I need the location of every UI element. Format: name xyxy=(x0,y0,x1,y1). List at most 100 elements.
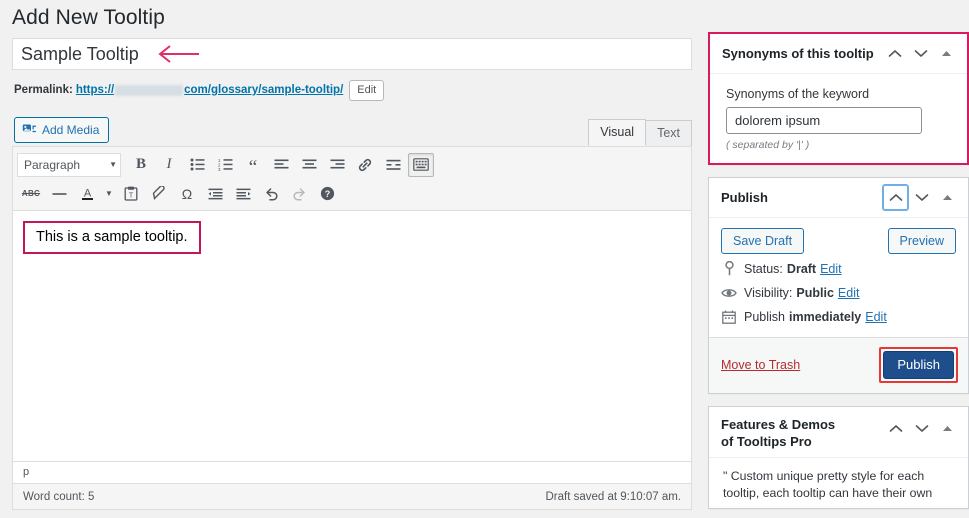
align-left-icon[interactable] xyxy=(268,153,294,177)
content-editor: Paragraph ▼ B I 123 “ ABC A ▼ T Ω ? This… xyxy=(12,146,692,510)
status-row: Status: Draft Edit xyxy=(709,256,968,281)
post-editor-column: Add New Tooltip Permalink: https:// com/… xyxy=(0,0,700,518)
status-value: Draft xyxy=(786,261,817,276)
align-center-icon[interactable] xyxy=(296,153,322,177)
sidebar-column: Synonyms of this tooltip Synonyms of the… xyxy=(708,0,969,518)
publish-panel: Publish Save Draft Preview Status: Draft… xyxy=(708,177,969,394)
permalink-label: Permalink: xyxy=(14,84,73,96)
synonyms-input[interactable] xyxy=(726,107,922,134)
add-media-label: Add Media xyxy=(42,123,100,137)
paste-as-text-icon[interactable]: T xyxy=(118,182,144,206)
pin-icon xyxy=(721,261,737,276)
publish-panel-title: Publish xyxy=(721,190,768,205)
chevron-down-icon: ▼ xyxy=(109,160,117,169)
tab-visual[interactable]: Visual xyxy=(588,119,647,146)
toolbar-row-2: ABC A ▼ T Ω ? xyxy=(15,179,689,208)
schedule-value: immediately xyxy=(789,310,862,324)
add-media-button[interactable]: Add Media xyxy=(14,117,110,143)
bulleted-list-icon[interactable] xyxy=(184,153,210,177)
schedule-label: Publish xyxy=(744,310,785,324)
redo-icon[interactable] xyxy=(286,182,312,206)
edit-status-link[interactable]: Edit xyxy=(820,262,842,276)
svg-text:A: A xyxy=(83,188,91,200)
text-color-icon[interactable]: A xyxy=(74,182,100,206)
permalink-suffix-link[interactable]: com/glossary/sample-tooltip/ xyxy=(184,84,343,96)
edit-permalink-button[interactable]: Edit xyxy=(349,79,385,101)
post-title-input[interactable] xyxy=(12,38,692,70)
preview-button[interactable]: Preview xyxy=(887,228,956,254)
text-color-caret-icon[interactable]: ▼ xyxy=(102,182,116,206)
move-down-icon[interactable] xyxy=(909,185,934,210)
permalink-prefix-link[interactable]: https:// xyxy=(76,84,114,96)
publish-actions-row: Save Draft Preview xyxy=(709,218,968,256)
visibility-value: Public xyxy=(796,286,834,300)
strikethrough-icon[interactable]: ABC xyxy=(18,182,44,206)
synonyms-field-label: Synonyms of the keyword xyxy=(726,87,870,101)
decrease-indent-icon[interactable] xyxy=(202,182,228,206)
content-highlight-box: This is a sample tooltip. xyxy=(23,221,201,254)
align-right-icon[interactable] xyxy=(324,153,350,177)
synonyms-panel-header: Synonyms of this tooltip xyxy=(710,34,967,74)
toggle-panel-icon[interactable] xyxy=(935,185,960,210)
paragraph-format-select[interactable]: Paragraph ▼ xyxy=(17,152,121,177)
edit-visibility-link[interactable]: Edit xyxy=(838,286,860,300)
publish-button[interactable]: Publish xyxy=(883,351,954,379)
editor-element-path: p xyxy=(13,461,691,483)
calendar-icon xyxy=(721,310,737,324)
format-select-value: Paragraph xyxy=(24,157,81,172)
numbered-list-icon[interactable]: 123 xyxy=(212,153,238,177)
visibility-row: Visibility: Public Edit xyxy=(709,281,968,305)
editor-status-bar: Word count: 5 Draft saved at 9:10:07 am. xyxy=(13,483,691,509)
visibility-label: Visibility: xyxy=(744,286,793,300)
publish-panel-header: Publish xyxy=(709,178,968,218)
features-panel-body: " Custom unique pretty style for each to… xyxy=(723,469,933,500)
features-panel-header: Features & Demos of Tooltips Pro xyxy=(709,407,968,458)
svg-text:T: T xyxy=(129,193,134,200)
features-panel-title: Features & Demos of Tooltips Pro xyxy=(721,417,836,449)
toolbar-toggle-icon[interactable] xyxy=(408,152,434,177)
move-up-icon[interactable] xyxy=(883,416,908,441)
read-more-icon[interactable] xyxy=(380,153,406,177)
toggle-panel-icon[interactable] xyxy=(935,416,960,441)
blockquote-icon[interactable]: “ xyxy=(240,153,266,177)
publish-footer: Move to Trash Publish xyxy=(709,337,968,393)
permalink-row: Permalink: https:// com/glossary/sample-… xyxy=(14,79,385,101)
keyboard-shortcuts-icon[interactable]: ? xyxy=(314,182,340,206)
draft-saved-notice: Draft saved at 9:10:07 am. xyxy=(545,490,681,503)
toolbar-row-1: Paragraph ▼ B I 123 “ xyxy=(15,150,689,179)
edit-schedule-link[interactable]: Edit xyxy=(865,310,887,324)
insert-link-icon[interactable] xyxy=(352,153,378,177)
publish-panel-actions xyxy=(883,185,966,210)
media-icon xyxy=(22,124,36,132)
move-up-icon[interactable] xyxy=(883,185,908,210)
svg-text:3: 3 xyxy=(218,167,221,171)
undo-icon[interactable] xyxy=(258,182,284,206)
special-character-icon[interactable]: Ω xyxy=(174,182,200,206)
features-panel: Features & Demos of Tooltips Pro " Custo… xyxy=(708,406,969,509)
clear-formatting-icon[interactable] xyxy=(146,182,172,206)
move-to-trash-link[interactable]: Move to Trash xyxy=(721,358,800,372)
move-down-icon[interactable] xyxy=(908,41,933,66)
word-count: Word count: 5 xyxy=(23,490,95,503)
publish-button-highlight: Publish xyxy=(879,347,958,383)
synonyms-hint: ( separated by '|' ) xyxy=(726,139,810,151)
toggle-panel-icon[interactable] xyxy=(934,41,959,66)
horizontal-line-icon[interactable] xyxy=(46,182,72,206)
synonyms-panel: Synonyms of this tooltip Synonyms of the… xyxy=(708,32,969,165)
editor-paragraph[interactable]: This is a sample tooltip. xyxy=(36,228,188,246)
move-down-icon[interactable] xyxy=(909,416,934,441)
tab-text[interactable]: Text xyxy=(645,120,692,146)
synonyms-panel-actions xyxy=(882,41,965,66)
synonyms-panel-title: Synonyms of this tooltip xyxy=(722,46,874,61)
schedule-row: Publish immediately Edit xyxy=(709,305,968,329)
move-up-icon[interactable] xyxy=(882,41,907,66)
editor-mode-tabs: Visual Text xyxy=(588,119,692,146)
features-panel-actions xyxy=(883,416,966,441)
italic-icon[interactable]: I xyxy=(156,153,182,177)
page-title: Add New Tooltip xyxy=(12,6,165,29)
bold-icon[interactable]: B xyxy=(128,153,154,177)
svg-text:?: ? xyxy=(324,189,330,199)
status-label: Status: xyxy=(744,261,783,276)
increase-indent-icon[interactable] xyxy=(230,182,256,206)
save-draft-button[interactable]: Save Draft xyxy=(721,228,805,254)
